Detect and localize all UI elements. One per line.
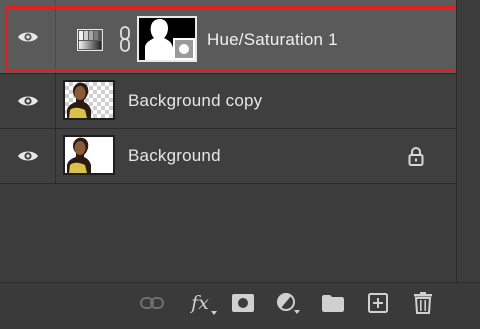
portrait-thumbnail-icon [67,82,91,118]
adjustment-icon [277,293,300,314]
portrait-thumbnail-icon [67,137,91,173]
layer-row-hue-saturation[interactable]: Hue/Saturation 1 [0,0,456,74]
new-layer-button[interactable] [364,289,392,317]
layer-name[interactable]: Background [128,146,221,166]
scrollbar[interactable] [456,0,480,282]
new-group-button[interactable] [319,289,347,317]
layer-row-background-copy[interactable]: Background copy [0,74,456,129]
trash-icon [414,292,432,314]
dropdown-caret-icon [211,311,217,315]
eye-icon [17,32,38,41]
layer-mask-thumbnail[interactable] [137,16,197,62]
eye-icon [17,96,38,106]
layer-thumbnail[interactable] [63,135,115,175]
layer-name[interactable]: Hue/Saturation 1 [207,30,338,50]
lock-icon[interactable] [408,147,424,166]
layers-footer-toolbar: fx [0,282,480,329]
new-adjustment-button[interactable] [274,289,302,317]
link-layers-button[interactable] [138,289,166,317]
delete-layer-button[interactable] [409,289,437,317]
fx-icon: fx [191,292,209,314]
chain-link-icon[interactable] [119,26,131,52]
new-layer-icon [368,293,388,313]
layers-panel: Hue/Saturation 1 Background copy Backgro… [0,0,480,329]
adjustment-layer-icon [77,29,103,51]
group-folder-icon [322,294,344,312]
add-mask-icon [232,294,254,312]
layer-name[interactable]: Background copy [128,91,262,111]
visibility-toggle[interactable] [0,74,56,128]
layer-row-background[interactable]: Background [0,129,456,184]
layer-thumbnail[interactable] [63,80,115,120]
add-mask-button[interactable] [229,289,257,317]
link-layers-icon [140,297,164,309]
fx-button[interactable]: fx [185,289,217,317]
layers-list: Hue/Saturation 1 Background copy Backgro… [0,0,458,184]
visibility-toggle[interactable] [0,129,56,183]
silhouette-mask-icon [145,19,195,60]
eye-icon [17,151,38,161]
visibility-toggle[interactable] [0,0,56,73]
